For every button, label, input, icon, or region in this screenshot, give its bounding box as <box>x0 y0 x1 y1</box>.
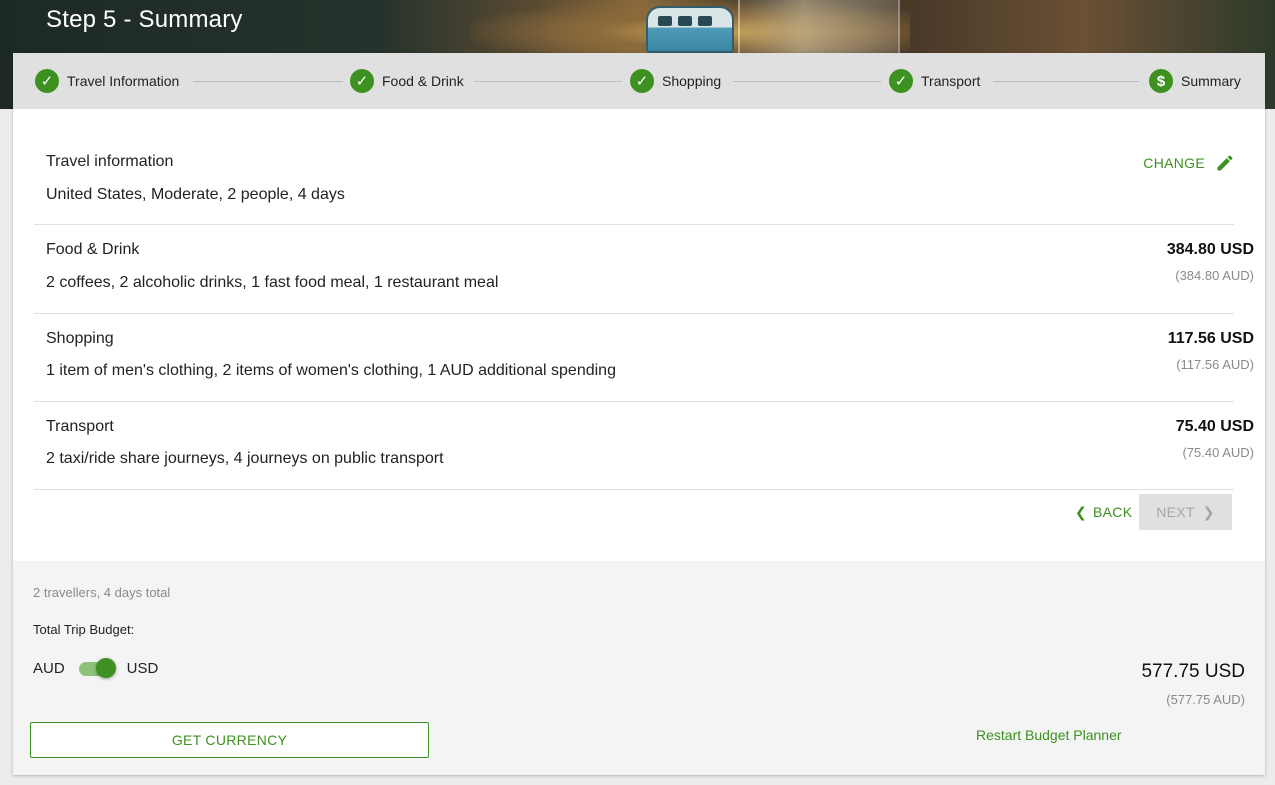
step-connector <box>993 81 1139 82</box>
step-label: Food & Drink <box>382 73 464 89</box>
chevron-left-icon: ❮ <box>1075 503 1088 520</box>
back-label: BACK <box>1093 504 1133 520</box>
section-title: Food & Drink <box>46 241 140 258</box>
section-amount-aud: (117.56 AUD) <box>1176 357 1254 372</box>
change-button[interactable]: CHANGE <box>1143 153 1235 173</box>
step-connector <box>733 81 881 82</box>
pencil-icon <box>1217 155 1233 171</box>
section-amount: 75.40 USD <box>1175 418 1254 435</box>
step-travel-information[interactable]: ✓ Travel Information <box>35 68 179 94</box>
check-icon: ✓ <box>35 69 59 93</box>
coin-jar-illustration <box>738 0 900 53</box>
step-food-drink[interactable]: ✓ Food & Drink <box>350 68 464 94</box>
step-label: Shopping <box>662 73 722 89</box>
step-label: Transport <box>921 73 981 89</box>
check-icon: ✓ <box>630 69 654 93</box>
check-icon: ✓ <box>889 69 913 93</box>
section-amount: 117.56 USD <box>1167 330 1254 347</box>
summary-card: ✓ Travel Information ✓ Food & Drink ✓ Sh… <box>13 53 1265 775</box>
toggle-knob <box>95 657 116 678</box>
step-label: Travel Information <box>67 73 180 89</box>
total-budget-amount: 577.75 USD <box>1141 661 1245 682</box>
divider <box>34 224 1234 225</box>
divider <box>34 489 1234 490</box>
currency-toggle-row: AUD USD <box>33 657 159 678</box>
change-label: CHANGE <box>1143 155 1205 171</box>
section-description: 1 item of men's clothing, 2 items of wom… <box>46 362 616 379</box>
back-button[interactable]: ❮ BACK <box>1075 494 1132 530</box>
travel-info-section: Travel information United States, Modera… <box>34 153 1234 213</box>
dollar-icon: $ <box>1149 69 1173 93</box>
budget-footer: 2 travellers, 4 days total Total Trip Bu… <box>13 561 1265 775</box>
check-icon: ✓ <box>350 69 374 93</box>
toggle-label-aud: AUD <box>33 660 65 677</box>
section-amount: 384.80 USD <box>1166 241 1254 258</box>
food-drink-section: Food & Drink 2 coffees, 2 alcoholic drin… <box>34 241 1254 301</box>
total-budget-aud: (577.75 AUD) <box>1166 692 1245 707</box>
section-description: 2 coffees, 2 alcoholic drinks, 1 fast fo… <box>46 274 499 291</box>
progress-stepper: ✓ Travel Information ✓ Food & Drink ✓ Sh… <box>13 53 1265 109</box>
divider <box>34 401 1234 402</box>
step-summary[interactable]: $ Summary <box>1149 68 1241 94</box>
step-transport[interactable]: ✓ Transport <box>889 68 980 94</box>
divider <box>34 313 1234 314</box>
section-title: Travel information <box>46 153 174 170</box>
transport-section: Transport 2 taxi/ride share journeys, 4 … <box>34 418 1254 478</box>
step-label: Summary <box>1181 73 1241 89</box>
van-illustration <box>646 6 734 53</box>
step-connector <box>193 81 343 82</box>
travellers-summary: 2 travellers, 4 days total <box>33 585 171 600</box>
section-description: United States, Moderate, 2 people, 4 day… <box>46 186 345 203</box>
section-description: 2 taxi/ride share journeys, 4 journeys o… <box>46 450 444 467</box>
next-button[interactable]: NEXT ❯ <box>1139 494 1232 530</box>
get-currency-button[interactable]: GET CURRENCY <box>30 722 429 758</box>
section-amount-aud: (384.80 AUD) <box>1175 268 1254 283</box>
chevron-right-icon: ❯ <box>1202 503 1215 520</box>
restart-planner-link[interactable]: Restart Budget Planner <box>976 727 1122 743</box>
toggle-label-usd: USD <box>126 660 159 677</box>
section-amount-aud: (75.40 AUD) <box>1182 445 1254 460</box>
next-label: NEXT <box>1156 504 1195 520</box>
step-shopping[interactable]: ✓ Shopping <box>630 68 721 94</box>
section-title: Shopping <box>46 330 114 347</box>
step-connector <box>474 81 622 82</box>
total-budget-label: Total Trip Budget: <box>33 622 135 637</box>
shopping-section: Shopping 1 item of men's clothing, 2 ite… <box>34 330 1254 390</box>
currency-toggle[interactable] <box>78 657 116 678</box>
section-title: Transport <box>46 418 114 435</box>
page-title: Step 5 - Summary <box>46 6 243 33</box>
